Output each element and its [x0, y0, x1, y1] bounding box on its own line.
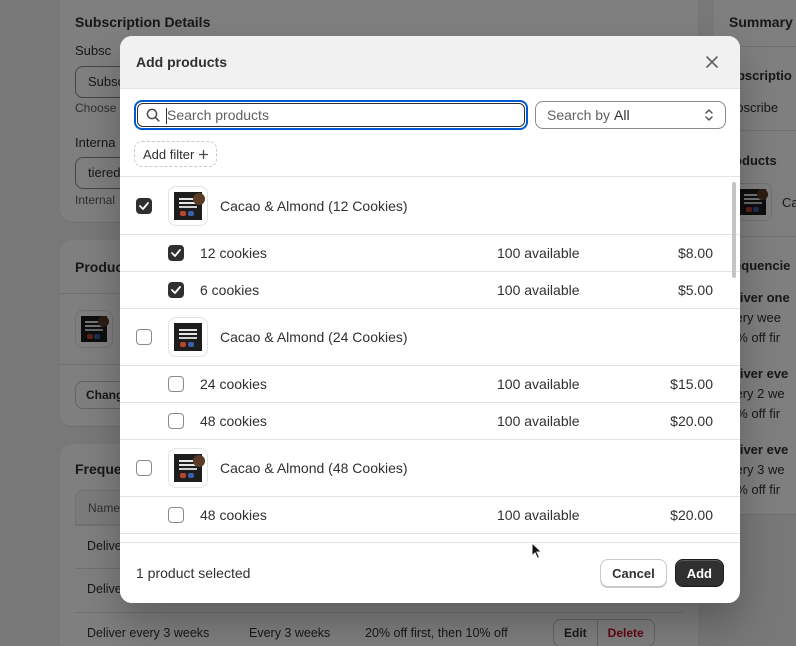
select-chevrons-icon	[705, 109, 713, 121]
product-checkbox[interactable]	[136, 198, 152, 214]
variant-price: $20.00	[670, 507, 713, 523]
checkmark-icon	[171, 249, 181, 257]
product-row[interactable]: Cacao & Almond (24 Cookies)	[120, 309, 740, 366]
product-thumbnail	[168, 448, 208, 488]
text-caret	[166, 108, 167, 124]
modal-footer: 1 product selected Cancel Add	[120, 542, 740, 603]
product-row[interactable]: Cacao & Almond (12 Cookies)	[120, 178, 740, 235]
variant-name: 48 cookies	[200, 413, 267, 429]
product-thumbnail	[168, 317, 208, 357]
product-list: Cacao & Almond (12 Cookies) 12 cookies 1…	[120, 178, 740, 542]
variant-checkbox[interactable]	[168, 282, 184, 298]
selected-count: 1 product selected	[136, 565, 251, 581]
variant-row[interactable]: 6 cookies 100 available $5.00	[120, 272, 740, 309]
add-filter-button[interactable]: Add filter	[134, 141, 218, 167]
variant-checkbox[interactable]	[168, 376, 184, 392]
search-icon	[146, 108, 160, 122]
variant-price: $15.00	[670, 376, 713, 392]
variant-name: 24 cookies	[200, 376, 267, 392]
variant-name: 12 cookies	[200, 245, 267, 261]
search-by-select[interactable]: Search by All	[535, 101, 726, 129]
variant-availability: 100 available	[497, 282, 580, 298]
variant-checkbox[interactable]	[168, 507, 184, 523]
add-button[interactable]: Add	[674, 559, 724, 587]
search-by-label: Search by	[547, 107, 611, 123]
checkmark-icon	[139, 202, 149, 210]
variant-price: $8.00	[677, 245, 713, 261]
variant-checkbox[interactable]	[168, 413, 184, 429]
search-input[interactable]	[167, 107, 507, 123]
product-name: Cacao & Almond (24 Cookies)	[220, 329, 408, 345]
product-checkbox[interactable]	[136, 460, 152, 476]
product-name: Cacao & Almond (48 Cookies)	[220, 460, 408, 476]
variant-availability: 100 available	[497, 507, 580, 523]
checkmark-icon	[171, 286, 181, 294]
cancel-button[interactable]: Cancel	[600, 559, 667, 587]
search-field[interactable]	[134, 100, 528, 130]
add-products-modal: Add products Search by All Add filter	[120, 36, 740, 603]
modal-title: Add products	[136, 54, 227, 70]
product-name: Cacao & Almond (12 Cookies)	[220, 198, 408, 214]
mouse-cursor-icon	[531, 542, 543, 560]
search-by-value: All	[614, 107, 630, 123]
variant-checkbox[interactable]	[168, 245, 184, 261]
plus-icon	[199, 149, 209, 159]
variant-row[interactable]: 48 cookies 100 available $20.00	[120, 497, 740, 534]
close-icon	[706, 56, 718, 68]
add-filter-label: Add filter	[143, 146, 195, 162]
product-thumbnail	[168, 186, 208, 226]
product-checkbox[interactable]	[136, 329, 152, 345]
variant-availability: 100 available	[497, 376, 580, 392]
variant-row[interactable]: 48 cookies 100 available $20.00	[120, 403, 740, 440]
variant-name: 48 cookies	[200, 507, 267, 523]
list-scrollbar[interactable]	[732, 182, 736, 278]
variant-row[interactable]: 24 cookies 100 available $15.00	[120, 366, 740, 403]
variant-price: $20.00	[670, 413, 713, 429]
product-row[interactable]: Cacao & Almond (48 Cookies)	[120, 440, 740, 497]
close-button[interactable]	[700, 50, 724, 74]
modal-header: Add products	[120, 36, 740, 89]
variant-availability: 100 available	[497, 413, 580, 429]
variant-price: $5.00	[677, 282, 713, 298]
variant-name: 6 cookies	[200, 282, 260, 298]
variant-row[interactable]: 12 cookies 100 available $8.00	[120, 235, 740, 272]
search-toolbar: Search by All Add filter	[120, 89, 740, 177]
variant-availability: 100 available	[497, 245, 580, 261]
